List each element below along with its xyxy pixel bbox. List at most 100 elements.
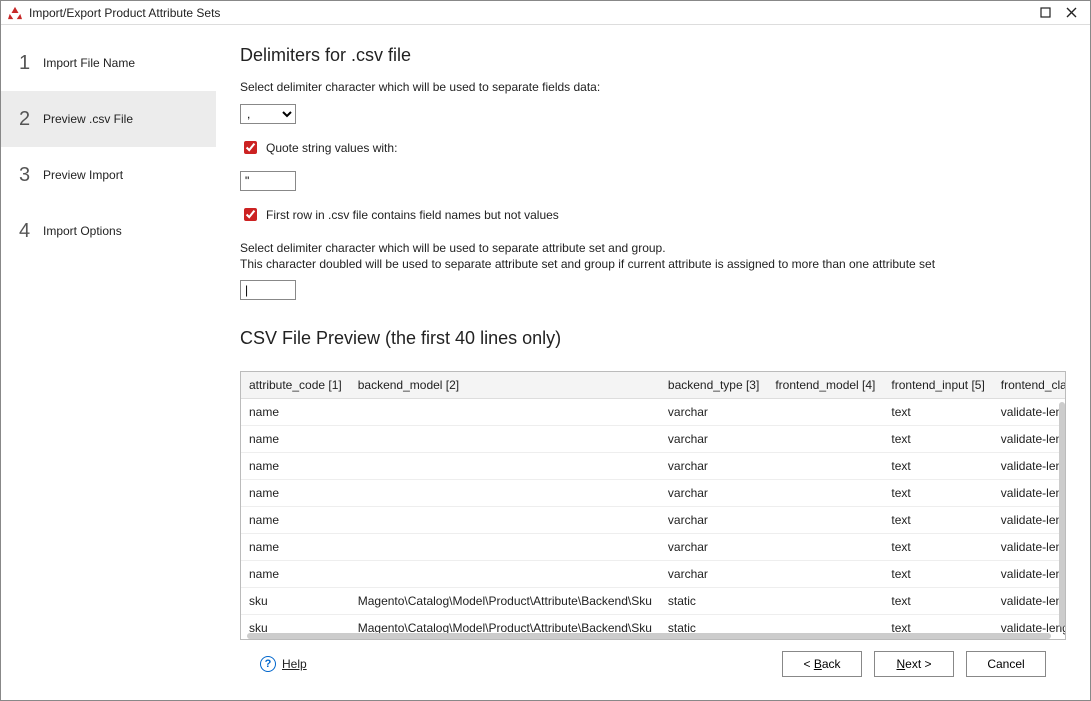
- table-cell: name: [241, 453, 350, 480]
- table-row[interactable]: name varchar textvalidate-length maximu: [241, 507, 1065, 534]
- quote-checkbox[interactable]: [244, 141, 257, 154]
- table-cell: [350, 480, 660, 507]
- preview-heading: CSV File Preview (the first 40 lines onl…: [240, 328, 1066, 349]
- table-cell: text: [883, 507, 992, 534]
- table-cell: text: [883, 561, 992, 588]
- field-delimiter-select[interactable]: ,: [240, 104, 296, 124]
- table-cell: [767, 534, 883, 561]
- app-icon: [7, 5, 23, 21]
- table-cell: [767, 426, 883, 453]
- table-cell: Magento\Catalog\Model\Product\Attribute\…: [350, 588, 660, 615]
- table-cell: name: [241, 534, 350, 561]
- table-cell: [767, 453, 883, 480]
- dialog-body: 1Import File Name2Preview .csv File3Prev…: [1, 25, 1090, 700]
- wizard-sidebar: 1Import File Name2Preview .csv File3Prev…: [1, 25, 216, 700]
- table-cell: [767, 480, 883, 507]
- table-cell: [350, 453, 660, 480]
- help-label: Help: [282, 657, 307, 671]
- table-cell: [350, 426, 660, 453]
- csv-column-header[interactable]: frontend_class [6]: [993, 372, 1065, 399]
- wizard-step-number: 2: [19, 108, 43, 131]
- table-cell: varchar: [660, 399, 767, 426]
- next-button[interactable]: Next >: [874, 651, 954, 677]
- csv-preview-container: attribute_code [1]backend_model [2]backe…: [240, 371, 1066, 640]
- setgroup-hint-2: This character doubled will be used to s…: [240, 256, 1066, 272]
- table-row[interactable]: namevarchartextvalidate-length maximu: [241, 453, 1065, 480]
- dialog-window: Import/Export Product Attribute Sets 1Im…: [0, 0, 1091, 701]
- wizard-step-label: Preview Import: [43, 168, 123, 182]
- maximize-button[interactable]: [1032, 3, 1058, 23]
- horizontal-scrollbar[interactable]: [247, 633, 1051, 639]
- firstrow-checkbox-label[interactable]: First row in .csv file contains field na…: [266, 208, 559, 222]
- vertical-scrollbar[interactable]: [1059, 402, 1065, 627]
- csv-column-header[interactable]: frontend_model [4]: [767, 372, 883, 399]
- csv-column-header[interactable]: frontend_input [5]: [883, 372, 992, 399]
- table-cell: validate-length maximu: [993, 480, 1065, 507]
- table-cell: [350, 534, 660, 561]
- table-cell: [350, 561, 660, 588]
- table-cell: validate-length maximu: [993, 507, 1065, 534]
- table-cell: text: [883, 426, 992, 453]
- table-row[interactable]: namevarchartextvalidate-length maximu: [241, 534, 1065, 561]
- table-cell: name: [241, 507, 350, 534]
- table-cell: name: [241, 561, 350, 588]
- table-cell: varchar: [660, 480, 767, 507]
- csv-preview-table: attribute_code [1]backend_model [2]backe…: [241, 372, 1065, 639]
- window-title: Import/Export Product Attribute Sets: [29, 6, 1032, 20]
- table-cell: validate-length maximu: [993, 426, 1065, 453]
- table-cell: name: [241, 480, 350, 507]
- back-button[interactable]: < Back: [782, 651, 862, 677]
- delimiter-hint: Select delimiter character which will be…: [240, 80, 1066, 94]
- csv-column-header[interactable]: attribute_code [1]: [241, 372, 350, 399]
- wizard-step-1[interactable]: 1Import File Name: [1, 35, 216, 91]
- wizard-step-4[interactable]: 4Import Options: [1, 203, 216, 259]
- table-row[interactable]: skuMagento\Catalog\Model\Product\Attribu…: [241, 588, 1065, 615]
- quote-checkbox-label[interactable]: Quote string values with:: [266, 141, 397, 155]
- wizard-step-number: 3: [19, 164, 43, 187]
- table-cell: text: [883, 480, 992, 507]
- csv-preview-scroll[interactable]: attribute_code [1]backend_model [2]backe…: [241, 372, 1065, 639]
- table-cell: [767, 561, 883, 588]
- wizard-step-label: Import Options: [43, 224, 122, 238]
- table-cell: text: [883, 534, 992, 561]
- wizard-step-2[interactable]: 2Preview .csv File: [1, 91, 216, 147]
- csv-column-header[interactable]: backend_type [3]: [660, 372, 767, 399]
- wizard-step-number: 1: [19, 52, 43, 75]
- help-link[interactable]: ? Help: [260, 656, 307, 672]
- table-cell: text: [883, 399, 992, 426]
- help-icon: ?: [260, 656, 276, 672]
- wizard-step-label: Import File Name: [43, 56, 135, 70]
- table-row[interactable]: name varchar textvalidate-length maximu: [241, 426, 1065, 453]
- delimiters-heading: Delimiters for .csv file: [240, 45, 1066, 66]
- csv-preview-header-row: attribute_code [1]backend_model [2]backe…: [241, 372, 1065, 399]
- table-cell: name: [241, 426, 350, 453]
- table-cell: [767, 399, 883, 426]
- table-cell: varchar: [660, 453, 767, 480]
- quote-char-input[interactable]: [240, 171, 296, 191]
- table-row[interactable]: name varchar textvalidate-length maximu: [241, 399, 1065, 426]
- table-cell: varchar: [660, 561, 767, 588]
- wizard-step-label: Preview .csv File: [43, 112, 133, 126]
- table-cell: name: [241, 399, 350, 426]
- table-cell: varchar: [660, 426, 767, 453]
- main-panel: Delimiters for .csv file Select delimite…: [216, 25, 1090, 700]
- table-cell: validate-length maximu: [993, 399, 1065, 426]
- table-cell: [767, 588, 883, 615]
- table-row[interactable]: name varchar textvalidate-length maximu: [241, 480, 1065, 507]
- cancel-button[interactable]: Cancel: [966, 651, 1046, 677]
- table-cell: [350, 399, 660, 426]
- close-button[interactable]: [1058, 3, 1084, 23]
- wizard-step-number: 4: [19, 220, 43, 243]
- firstrow-checkbox[interactable]: [244, 208, 257, 221]
- setgroup-delimiter-input[interactable]: [240, 280, 296, 300]
- wizard-step-3[interactable]: 3Preview Import: [1, 147, 216, 203]
- table-cell: [767, 507, 883, 534]
- table-cell: text: [883, 588, 992, 615]
- table-cell: varchar: [660, 507, 767, 534]
- table-cell: [350, 507, 660, 534]
- table-cell: static: [660, 588, 767, 615]
- table-cell: varchar: [660, 534, 767, 561]
- table-row[interactable]: namevarchartextvalidate-length maximu: [241, 561, 1065, 588]
- table-cell: text: [883, 453, 992, 480]
- csv-column-header[interactable]: backend_model [2]: [350, 372, 660, 399]
